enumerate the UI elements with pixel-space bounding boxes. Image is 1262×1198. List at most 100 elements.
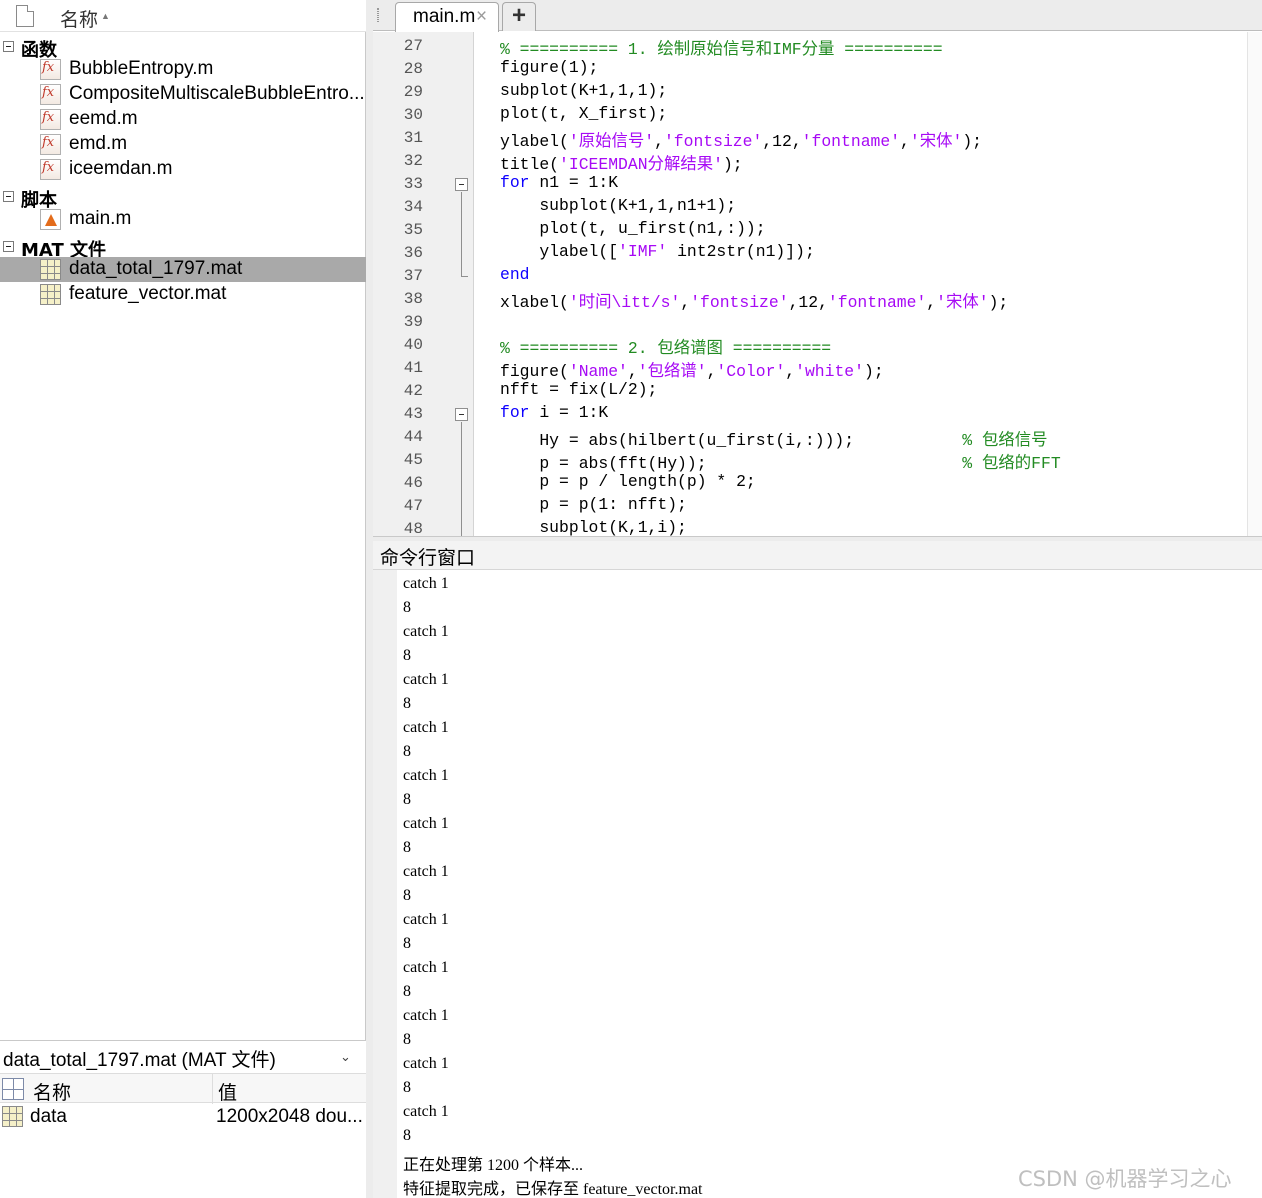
output-line: catch 1 <box>403 1103 449 1120</box>
output-line: catch 1 <box>403 815 449 832</box>
fold-range-line <box>461 192 462 276</box>
line-number: 27 <box>403 37 423 55</box>
line-number: 42 <box>403 382 423 400</box>
output-line: catch 1 <box>403 911 449 928</box>
file-name: CompositeMultiscaleBubbleEntro... <box>69 83 365 104</box>
code-area[interactable]: 27 28 29 30 31 32 33 34 35 36 37 38 39 4… <box>373 32 1262 536</box>
vertical-splitter[interactable] <box>366 0 373 1198</box>
line-number: 41 <box>403 359 423 377</box>
output-line: catch 1 <box>403 671 449 688</box>
command-output[interactable]: catch 1 8 catch 1 8 catch 1 8 catch 1 8 … <box>403 570 1253 1198</box>
file-name: emd.m <box>69 133 128 154</box>
file-item-iceemdan[interactable]: fx iceemdan.m <box>0 157 366 182</box>
code-line: subplot(K+1,1,n1+1); <box>500 196 737 215</box>
output-line: 8 <box>403 791 411 808</box>
group-scripts[interactable]: 脚本 <box>0 185 366 211</box>
close-icon[interactable]: × <box>476 6 487 28</box>
code-line: figure(1); <box>500 58 599 77</box>
command-window: 命令行窗口 catch 1 8 catch 1 8 catch 1 8 catc… <box>373 541 1262 1198</box>
file-name: eemd.m <box>69 108 138 129</box>
collapse-toggle-icon[interactable] <box>3 191 14 202</box>
line-number: 45 <box>403 451 423 469</box>
file-item-emd[interactable]: fx emd.m <box>0 132 366 157</box>
variable-row[interactable]: data 1200x2048 dou... <box>0 1103 366 1131</box>
variable-name: data <box>30 1106 67 1127</box>
output-line: 8 <box>403 1031 411 1048</box>
command-window-title: 命令行窗口 <box>380 547 476 569</box>
code-line: % ========== 2. 包络谱图 ========== <box>500 339 832 358</box>
output-line: 8 <box>403 935 411 952</box>
output-line: 正在处理第 1200 个样本... <box>403 1157 584 1174</box>
output-line: 8 <box>403 743 411 760</box>
output-line: 8 <box>403 695 411 712</box>
value-column-header[interactable]: 值 <box>218 1078 237 1105</box>
file-list-header[interactable]: 名称 ▲ <box>0 0 366 32</box>
file-item-eemd[interactable]: fx eemd.m <box>0 107 366 132</box>
output-line: 8 <box>403 887 411 904</box>
output-line: catch 1 <box>403 719 449 736</box>
fold-toggle-icon[interactable] <box>455 408 468 421</box>
variable-table-header: 名称 值 <box>0 1073 366 1105</box>
variable-value: 1200x2048 dou... <box>216 1106 363 1127</box>
file-name: data_total_1797.mat <box>69 258 243 279</box>
code-line: plot(t, X_first); <box>500 104 668 123</box>
function-file-icon: fx <box>40 109 61 130</box>
file-item-feature-vector[interactable]: feature_vector.mat <box>0 282 366 307</box>
code-line: Hy = abs(hilbert(u_first(i,:))); % 包络信号 <box>500 431 1048 450</box>
code-line: nfft = fix(L/2); <box>500 380 658 399</box>
line-number: 38 <box>403 290 423 308</box>
current-folder-panel: 名称 ▲ 函数 fx BubbleEntropy.m fx CompositeM… <box>0 0 366 1198</box>
drag-grip-icon[interactable] <box>377 8 379 22</box>
editor-scrollbar[interactable] <box>1247 32 1262 536</box>
file-item-data-total-1797[interactable]: data_total_1797.mat <box>0 257 366 282</box>
output-line: 8 <box>403 1079 411 1096</box>
command-window-titlebar[interactable]: 命令行窗口 <box>373 541 1262 570</box>
line-number: 35 <box>403 221 423 239</box>
line-number: 39 <box>403 313 423 331</box>
tab-main-m[interactable]: main.m × <box>395 2 499 32</box>
new-tab-button[interactable]: + <box>502 2 536 31</box>
output-line: 8 <box>403 839 411 856</box>
name-column-header[interactable]: 名称 <box>33 1078 71 1105</box>
line-number: 40 <box>403 336 423 354</box>
file-item-main[interactable]: main.m <box>0 207 366 232</box>
output-line: catch 1 <box>403 863 449 880</box>
column-divider[interactable] <box>212 1074 213 1104</box>
mat-file-icon <box>40 259 61 280</box>
collapse-toggle-icon[interactable] <box>3 41 14 52</box>
code-line: p = p / length(p) * 2; <box>500 472 756 491</box>
file-item-compositemultiscale[interactable]: fx CompositeMultiscaleBubbleEntro... <box>0 82 366 107</box>
file-name: BubbleEntropy.m <box>69 58 214 79</box>
command-window-gutter <box>373 570 397 1198</box>
name-column-header[interactable]: 名称 <box>60 5 98 32</box>
code-line: figure('Name','包络谱','Color','white'); <box>500 362 884 381</box>
output-line: catch 1 <box>403 575 449 592</box>
group-functions[interactable]: 函数 <box>0 35 366 61</box>
function-file-icon: fx <box>40 84 61 105</box>
file-name: main.m <box>69 208 132 229</box>
output-line: catch 1 <box>403 623 449 640</box>
file-item-bubbleentropy[interactable]: fx BubbleEntropy.m <box>0 57 366 82</box>
code-line: for i = 1:K <box>500 403 609 422</box>
table-grid-icon <box>2 1078 24 1100</box>
file-name: feature_vector.mat <box>69 283 227 304</box>
gutter-divider <box>473 32 474 536</box>
line-number: 29 <box>403 83 423 101</box>
code-line: p = p(1: nfft); <box>500 495 687 514</box>
fold-toggle-icon[interactable] <box>455 178 468 191</box>
output-line: 8 <box>403 599 411 616</box>
chevron-down-icon[interactable]: ⌄ <box>340 1049 351 1065</box>
collapse-toggle-icon[interactable] <box>3 241 14 252</box>
code-line: for n1 = 1:K <box>500 173 619 192</box>
line-number: 34 <box>403 198 423 216</box>
function-file-icon: fx <box>40 134 61 155</box>
line-number: 32 <box>403 152 423 170</box>
mat-file-icon <box>40 284 61 305</box>
output-line: 特征提取完成，已保存至 feature_vector.mat <box>403 1181 703 1198</box>
editor-tab-bar: main.m × + <box>373 0 1262 32</box>
line-number: 31 <box>403 129 423 147</box>
group-mat-files[interactable]: MAT 文件 <box>0 235 366 261</box>
details-panel: data_total_1797.mat (MAT 文件) ⌄ 名称 值 data… <box>0 1040 366 1198</box>
line-number: 28 <box>403 60 423 78</box>
code-line: ylabel(['IMF' int2str(n1)]); <box>500 242 815 261</box>
